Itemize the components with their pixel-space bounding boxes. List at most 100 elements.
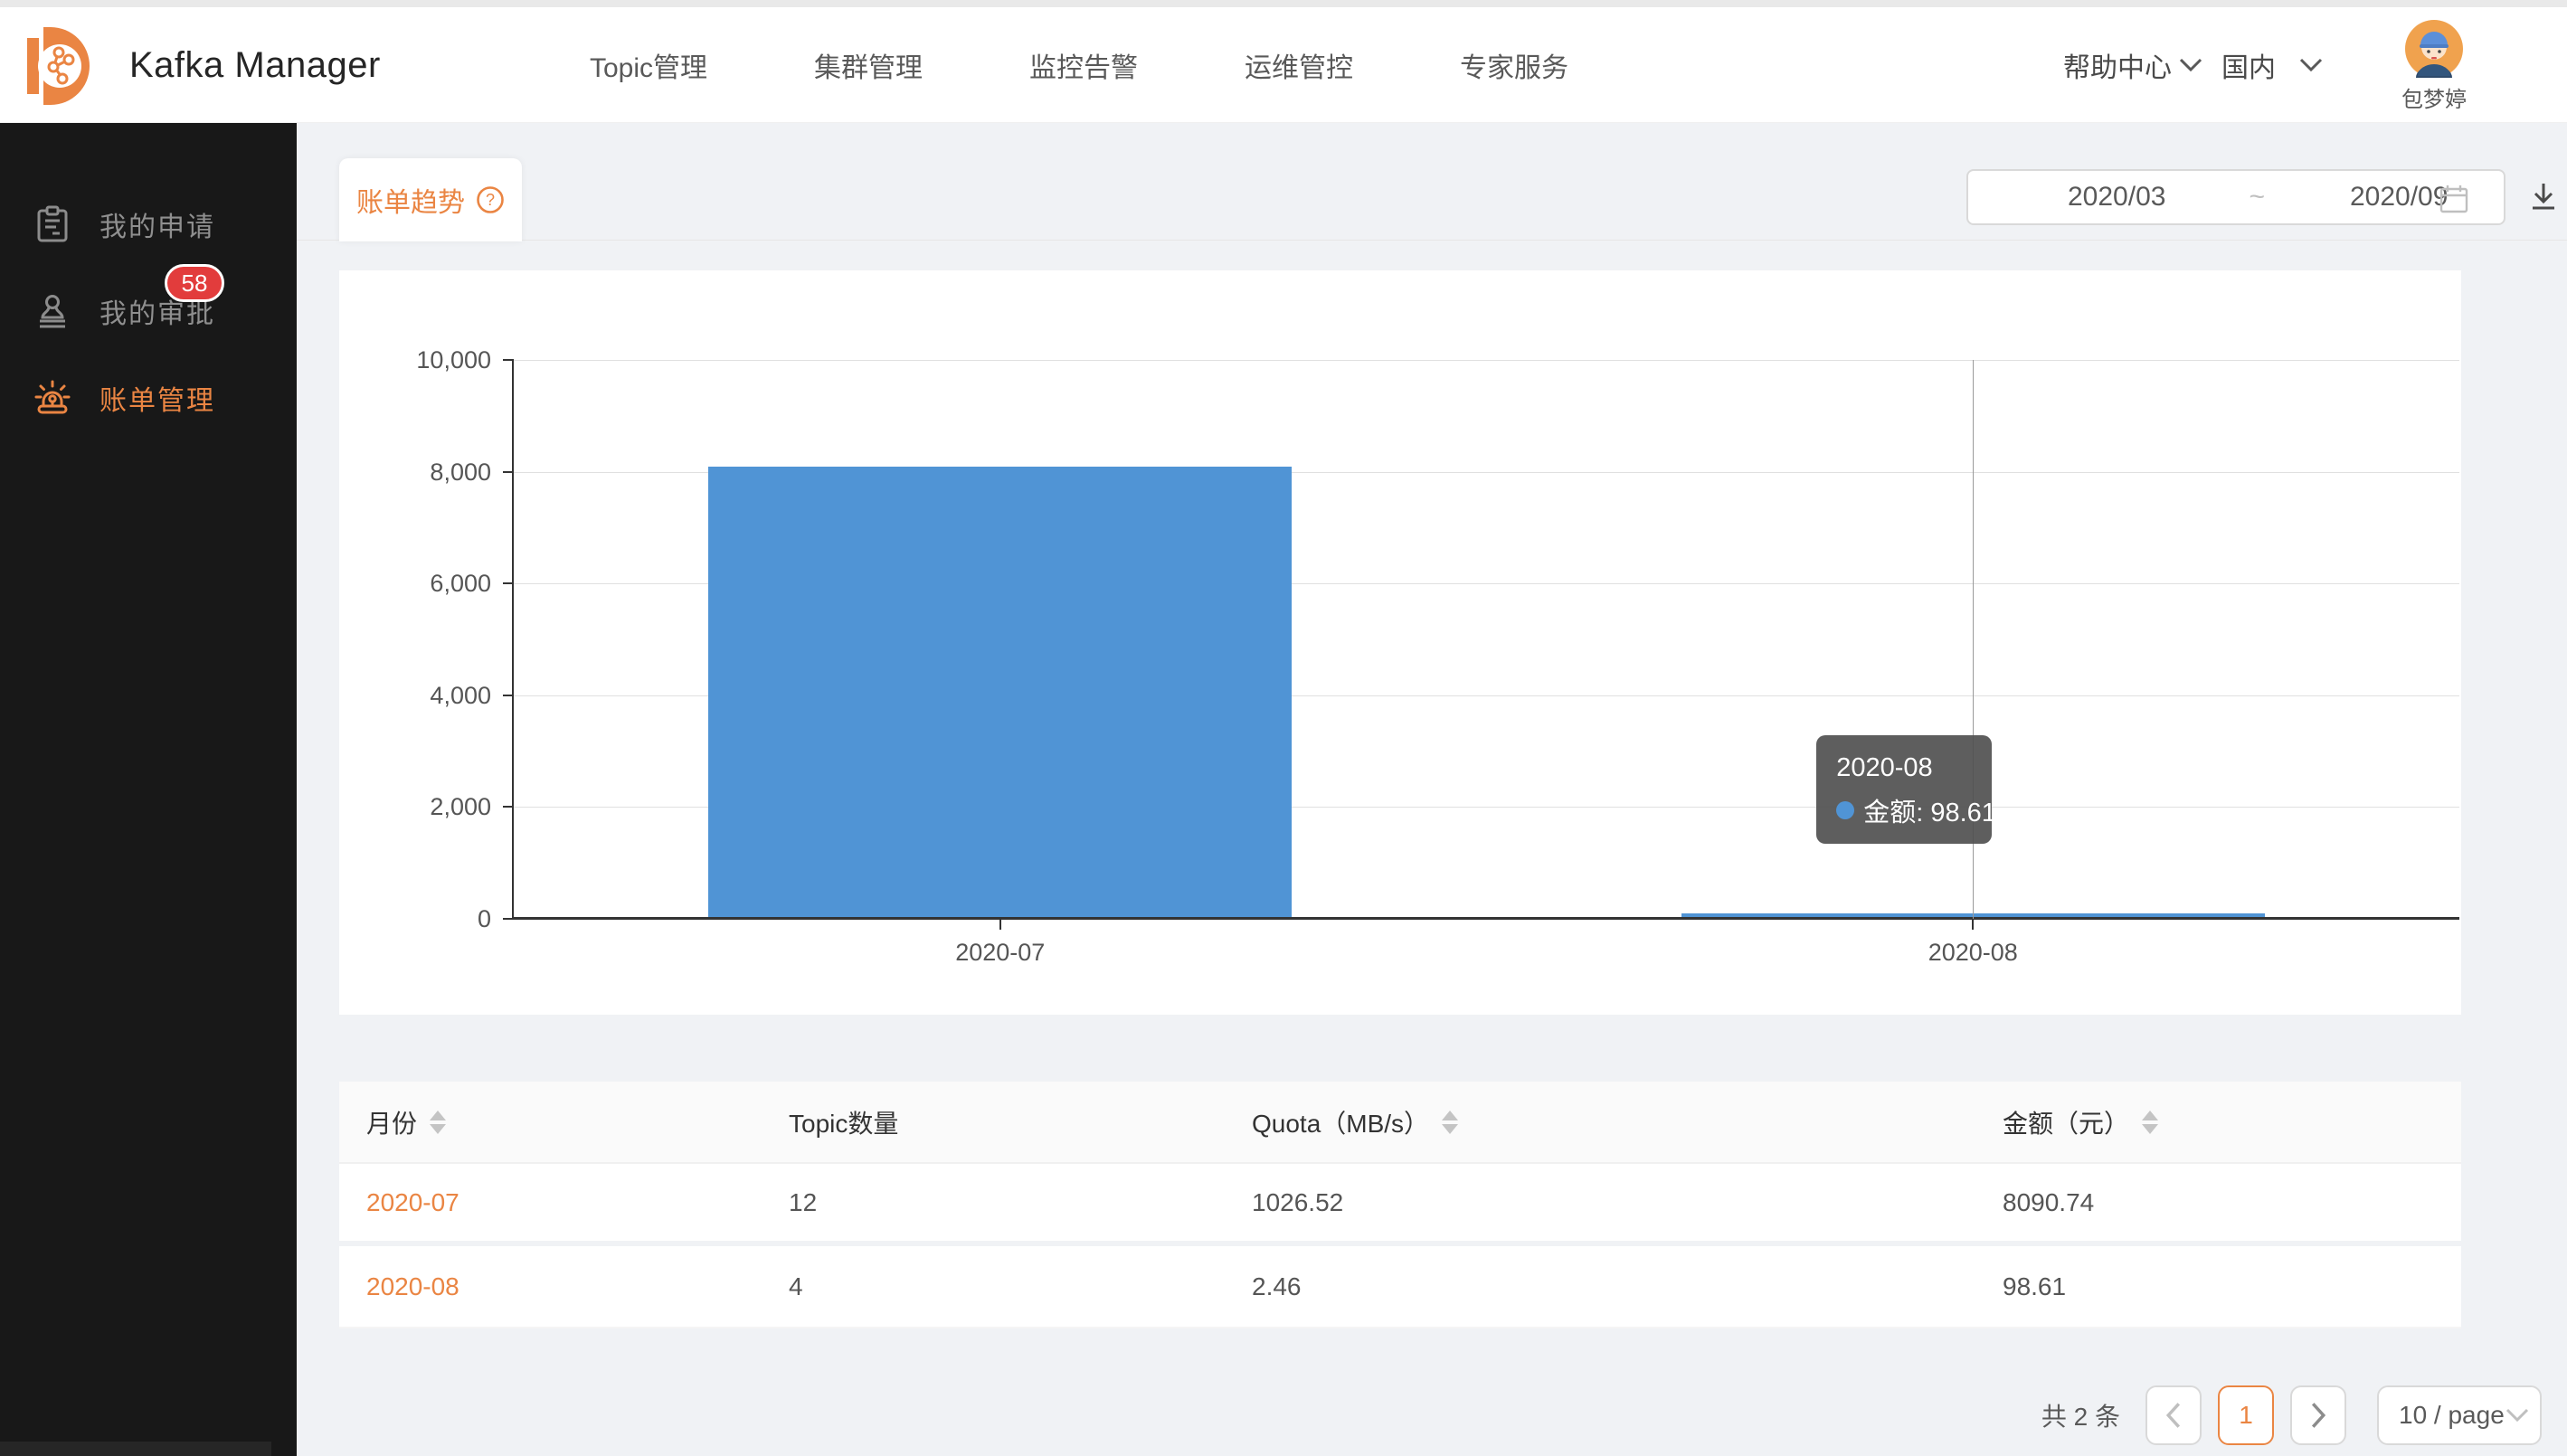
nav-item-2[interactable]: 监控告警 (1029, 45, 1138, 85)
chevron-down-icon (2505, 1408, 2529, 1423)
x-axis-line (514, 917, 2459, 920)
table-body: 2020-07121026.528090.742020-0842.4698.61 (339, 1164, 2461, 1328)
nav-item-0[interactable]: Topic管理 (590, 45, 707, 85)
sidebar-item-1[interactable]: 我的审批58 (0, 268, 297, 355)
clipboard-icon (33, 204, 72, 244)
date-start-value[interactable]: 2020/03 (2068, 182, 2165, 213)
prev-page-button[interactable] (2145, 1385, 2202, 1445)
quota-cell: 2.46 (1252, 1272, 2003, 1301)
region-menu[interactable]: 国内 (2221, 7, 2323, 123)
sidebar: 我的申请我的审批58 账单管理 (0, 123, 297, 1456)
tab-label: 账单趋势 (356, 180, 465, 220)
stamp-icon (33, 291, 72, 331)
chevron-left-icon (2164, 1402, 2183, 1429)
sidebar-item-2[interactable]: 账单管理 (0, 355, 297, 441)
nav-item-3[interactable]: 运维管控 (1245, 45, 1353, 85)
top-strip (0, 0, 2567, 7)
month-link[interactable]: 2020-08 (366, 1272, 789, 1301)
app-logo-icon[interactable] (25, 24, 98, 109)
user-menu[interactable]: 包梦婷 (2395, 20, 2473, 113)
y-axis-line (512, 360, 514, 919)
topic-count-cell: 4 (789, 1272, 1252, 1301)
main-content: 账单趋势 ? 2020/03 ~ 2020/09 (297, 123, 2567, 1456)
page: Kafka Manager Topic管理 集群管理 监控告警 运维管控 专家服务 帮助… (0, 0, 2567, 1456)
y-axis-label: 8,000 (328, 459, 491, 487)
page-size-select[interactable]: 10 / page (2377, 1385, 2542, 1445)
column-header-1: Topic数量 (789, 1104, 1252, 1140)
tooltip-value: 金额: 98.61 (1863, 791, 1996, 829)
help-center-menu[interactable]: 帮助中心 (2063, 7, 2202, 123)
column-label: Topic数量 (789, 1104, 898, 1140)
amount-cell: 8090.74 (2003, 1188, 2461, 1217)
column-header-0[interactable]: 月份 (366, 1104, 789, 1140)
y-axis-label: 2,000 (328, 793, 491, 821)
tooltip-category: 2020-08 (1836, 750, 1972, 786)
alarm-icon (33, 378, 72, 418)
bar-2020-07[interactable] (708, 467, 1292, 919)
bar-chart: 02,0004,0006,0008,00010,0002020-072020-0… (514, 360, 2459, 919)
toolbar: 账单趋势 ? 2020/03 ~ 2020/09 (297, 123, 2567, 241)
column-label: 月份 (366, 1104, 417, 1140)
main-nav: Topic管理 集群管理 监控告警 运维管控 专家服务 (590, 7, 1568, 123)
page-1-button[interactable]: 1 (2218, 1385, 2274, 1445)
y-axis-label: 10,000 (328, 346, 491, 374)
download-icon (2525, 179, 2562, 215)
chart-tooltip: 2020-08 金额: 98.61 (1816, 735, 1992, 844)
chart-card: 02,0004,0006,0008,00010,0002020-072020-0… (339, 270, 2461, 1015)
y-axis-label: 0 (328, 905, 491, 933)
chevron-down-icon (2299, 58, 2323, 72)
sidebar-footer-strip[interactable] (0, 1442, 271, 1456)
nav-item-1[interactable]: 集群管理 (814, 45, 923, 85)
app-title: Kafka Manager (129, 7, 381, 123)
x-axis-label: 2020-08 (1864, 939, 2081, 967)
svg-text:?: ? (486, 191, 495, 209)
date-end-value[interactable]: 2020/09 (2350, 182, 2448, 213)
download-button[interactable] (2525, 179, 2562, 215)
column-header-3[interactable]: 金额（元） (2003, 1104, 2461, 1140)
user-name: 包梦婷 (2401, 81, 2467, 113)
x-axis-tick (999, 919, 1001, 930)
sort-icon[interactable] (2142, 1111, 2158, 1134)
column-label: 金额（元） (2003, 1104, 2129, 1140)
x-axis-label: 2020-07 (892, 939, 1109, 967)
y-axis-label: 6,000 (328, 570, 491, 598)
sidebar-menu: 我的申请我的审批58 账单管理 (0, 123, 297, 441)
chevron-right-icon (2308, 1402, 2328, 1429)
column-label: Quota（MB/s） (1252, 1104, 1429, 1140)
month-link[interactable]: 2020-07 (366, 1188, 789, 1217)
billing-table: 月份 Topic数量 Quota（MB/s） 金额（元） 2020-07121026.… (339, 1082, 2461, 1328)
help-center-label: 帮助中心 (2063, 45, 2172, 85)
y-axis-label: 4,000 (328, 682, 491, 710)
calendar-icon (2439, 184, 2469, 214)
sidebar-item-label: 账单管理 (99, 378, 215, 418)
table-row-2020-07: 2020-07121026.528090.74 (339, 1164, 2461, 1246)
date-separator: ~ (2249, 182, 2265, 213)
page-size-value: 10 / page (2399, 1401, 2505, 1430)
tab-bill-trend[interactable]: 账单趋势 ? (339, 158, 522, 241)
help-circle-icon[interactable]: ? (476, 185, 505, 214)
table-row-2020-08: 2020-0842.4698.61 (339, 1246, 2461, 1328)
date-range-picker[interactable]: 2020/03 ~ 2020/09 (1966, 169, 2505, 225)
amount-cell: 98.61 (2003, 1272, 2461, 1301)
sort-icon[interactable] (430, 1111, 446, 1134)
table-header-row: 月份 Topic数量 Quota（MB/s） 金额（元） (339, 1082, 2461, 1164)
next-page-button[interactable] (2290, 1385, 2346, 1445)
total-count: 共 2 条 (2041, 1397, 2120, 1433)
quota-cell: 1026.52 (1252, 1188, 2003, 1217)
pagination: 共 2 条 1 10 / page (2041, 1385, 2542, 1445)
sort-icon[interactable] (1442, 1111, 1458, 1134)
sidebar-item-0[interactable]: 我的申请 (0, 181, 297, 268)
series-dot (1836, 801, 1854, 819)
gridline (514, 360, 2459, 361)
nav-item-4[interactable]: 专家服务 (1460, 45, 1568, 85)
chevron-down-icon (2179, 58, 2202, 72)
topic-count-cell: 12 (789, 1188, 1252, 1217)
region-label: 国内 (2221, 45, 2276, 85)
column-header-2[interactable]: Quota（MB/s） (1252, 1104, 2003, 1140)
app-header: Kafka Manager Topic管理 集群管理 监控告警 运维管控 专家服务 帮助… (0, 7, 2567, 123)
x-axis-tick (1972, 919, 1974, 930)
approval-count-badge: 58 (165, 264, 224, 302)
tooltip-series-row: 金额: 98.61 (1836, 791, 1972, 829)
avatar (2405, 20, 2463, 78)
sidebar-item-label: 我的申请 (99, 204, 215, 244)
